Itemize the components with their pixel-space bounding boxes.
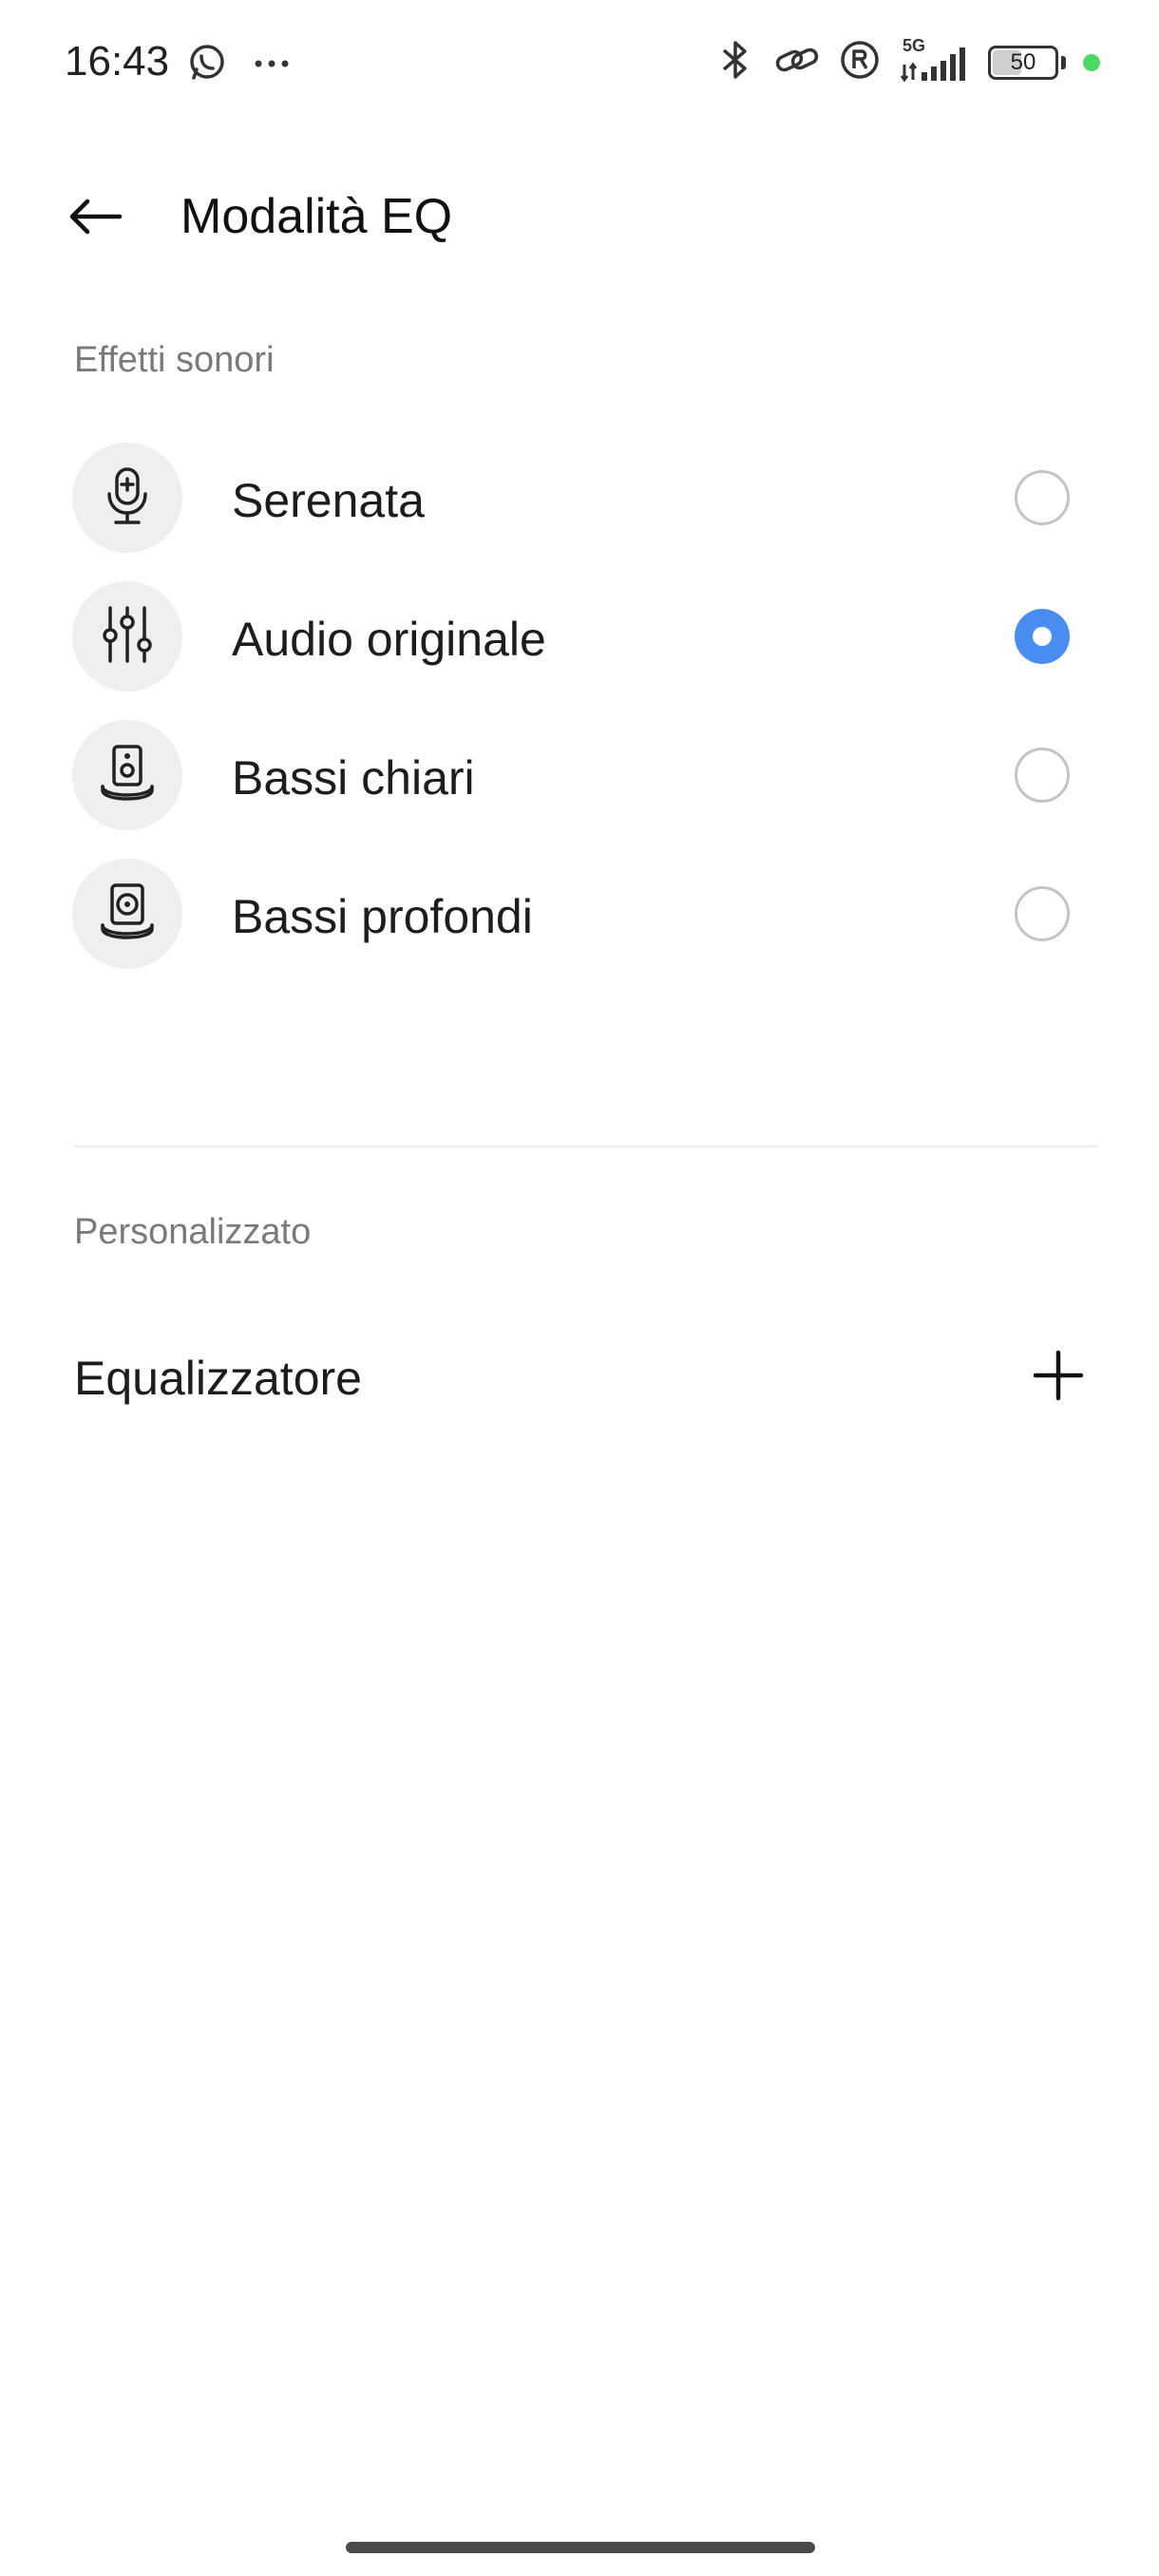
- bluetooth-icon: [714, 38, 756, 86]
- home-indicator[interactable]: [346, 2542, 815, 2553]
- option-bassi-profondi[interactable]: Bassi profondi: [0, 845, 1159, 982]
- signal-icon: 5G: [899, 36, 971, 84]
- add-equalizer-button[interactable]: [1026, 1345, 1091, 1410]
- more-dots-icon: [253, 57, 291, 74]
- battery-icon: 50: [988, 45, 1066, 80]
- equalizer-row[interactable]: Equalizzatore: [0, 1311, 1159, 1444]
- option-label: Bassi chiari: [232, 751, 475, 805]
- battery-level: 50: [1010, 48, 1036, 75]
- section-label-sound-effects: Effetti sonori: [74, 340, 275, 380]
- status-right-icons: 5G 50: [714, 36, 1100, 86]
- option-icon-bg: [72, 443, 182, 553]
- radio-bassi-chiari[interactable]: [1015, 748, 1070, 803]
- privacy-indicator-dot: [1083, 53, 1100, 71]
- status-bar: 16:43 5G 50: [0, 0, 1159, 123]
- radio-serenata[interactable]: [1015, 470, 1070, 525]
- option-audio-originale[interactable]: Audio originale: [0, 568, 1159, 705]
- page-title: Modalità EQ: [180, 189, 453, 244]
- radio-bassi-profondi[interactable]: [1015, 886, 1070, 941]
- equalizer-label: Equalizzatore: [74, 1352, 362, 1405]
- registered-icon: [838, 38, 882, 86]
- back-button[interactable]: [57, 184, 133, 253]
- section-divider: [74, 1146, 1098, 1147]
- option-label: Bassi profondi: [232, 890, 533, 943]
- option-label: Serenata: [232, 474, 425, 527]
- battery-body: 50: [988, 45, 1058, 80]
- status-time: 16:43: [65, 38, 170, 85]
- arrow-left-icon: [66, 196, 124, 242]
- option-icon-bg: [72, 581, 182, 691]
- link-icon: [773, 41, 821, 84]
- plus-icon: [1032, 1349, 1085, 1407]
- speaker-icon: [97, 743, 158, 808]
- section-label-custom: Personalizzato: [74, 1212, 312, 1252]
- header: Modalità EQ: [0, 161, 1159, 275]
- option-bassi-chiari[interactable]: Bassi chiari: [0, 707, 1159, 843]
- option-label: Audio originale: [232, 613, 546, 666]
- option-serenata[interactable]: Serenata: [0, 429, 1159, 566]
- radio-audio-originale[interactable]: [1015, 609, 1070, 664]
- speaker-deep-icon: [97, 881, 158, 947]
- sliders-icon: [99, 604, 156, 670]
- microphone-icon: [101, 465, 154, 531]
- option-icon-bg: [72, 720, 182, 830]
- status-left-icons: [186, 42, 291, 88]
- option-icon-bg: [72, 859, 182, 969]
- battery-tip: [1061, 55, 1066, 69]
- whatsapp-icon: [186, 42, 228, 88]
